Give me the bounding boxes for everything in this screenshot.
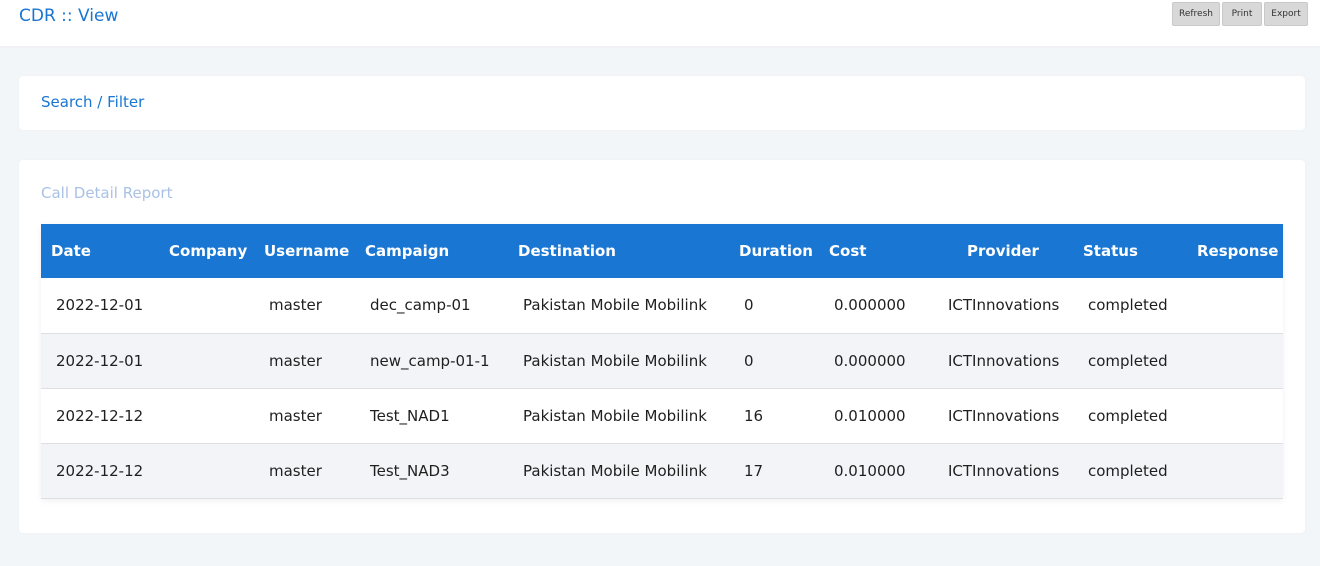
table-header: Date Company Username Campaign Destinati… [41,224,1283,278]
column-header-username[interactable]: Username [254,224,355,278]
cell-campaign: dec_camp-01 [370,296,471,315]
cdr-table: Date Company Username Campaign Destinati… [41,224,1283,499]
cell-company [159,388,254,443]
cell-username: master [269,406,322,425]
cell-company [159,333,254,388]
cell-response [1187,388,1283,443]
export-button[interactable]: Export [1264,2,1308,26]
cell-status: completed [1088,406,1168,425]
column-header-status[interactable]: Status [1073,224,1187,278]
cell-destination: Pakistan Mobile Mobilink [523,351,707,370]
cell-username: master [269,296,322,315]
cell-company [159,278,254,333]
cell-duration: 16 [744,406,764,425]
cell-cost: 0.000000 [834,351,906,370]
table-row: 2022-12-12 master Test_NAD1 Pakistan Mob… [41,388,1283,443]
column-header-cost[interactable]: Cost [819,224,933,278]
column-header-date[interactable]: Date [41,224,159,278]
table-body: 2022-12-01 master dec_camp-01 Pakistan M… [41,278,1283,498]
cell-provider: ICTInnovations [948,351,1060,370]
cell-cost: 0.010000 [834,461,906,480]
cell-date: 2022-12-01 [56,351,144,370]
cell-campaign: Test_NAD3 [370,461,450,480]
cell-provider: ICTInnovations [948,296,1060,315]
search-filter-toggle[interactable]: Search / Filter [41,93,144,111]
column-header-duration[interactable]: Duration [729,224,819,278]
cell-date: 2022-12-01 [56,296,144,315]
column-header-provider[interactable]: Provider [933,224,1073,278]
cell-date: 2022-12-12 [56,406,144,425]
table-row: 2022-12-01 master new_camp-01-1 Pakistan… [41,333,1283,388]
cell-provider: ICTInnovations [948,406,1060,425]
refresh-button[interactable]: Refresh [1172,2,1220,26]
table-header-row: Date Company Username Campaign Destinati… [41,224,1283,278]
column-header-response[interactable]: Response [1187,224,1283,278]
cell-destination: Pakistan Mobile Mobilink [523,406,707,425]
cell-destination: Pakistan Mobile Mobilink [523,296,707,315]
cell-status: completed [1088,461,1168,480]
cell-campaign: new_camp-01-1 [370,351,490,370]
cell-company [159,443,254,498]
table-row: 2022-12-12 master Test_NAD3 Pakistan Mob… [41,443,1283,498]
toolbar: Refresh Print Export [1172,2,1308,26]
cdr-table-wrapper: Date Company Username Campaign Destinati… [41,224,1283,499]
print-button[interactable]: Print [1222,2,1262,26]
cell-response [1187,443,1283,498]
cell-username: master [269,351,322,370]
cell-cost: 0.010000 [834,406,906,425]
cell-destination: Pakistan Mobile Mobilink [523,461,707,480]
column-header-destination[interactable]: Destination [508,224,729,278]
cell-duration: 0 [744,296,754,315]
cell-cost: 0.000000 [834,296,906,315]
cell-campaign: Test_NAD1 [370,406,450,425]
cell-date: 2022-12-12 [56,461,144,480]
page-title: CDR :: View [19,6,119,26]
cell-duration: 17 [744,461,764,480]
top-bar: CDR :: View Refresh Print Export [0,0,1320,46]
column-header-company[interactable]: Company [159,224,254,278]
cell-username: master [269,461,322,480]
cell-duration: 0 [744,351,754,370]
cell-response [1187,278,1283,333]
table-row: 2022-12-01 master dec_camp-01 Pakistan M… [41,278,1283,333]
report-card: Call Detail Report Date Company Username [19,160,1305,533]
column-header-campaign[interactable]: Campaign [355,224,508,278]
filter-card: Search / Filter [19,76,1305,130]
cell-response [1187,333,1283,388]
report-title: Call Detail Report [41,184,173,202]
cell-status: completed [1088,296,1168,315]
cell-status: completed [1088,351,1168,370]
cell-provider: ICTInnovations [948,461,1060,480]
